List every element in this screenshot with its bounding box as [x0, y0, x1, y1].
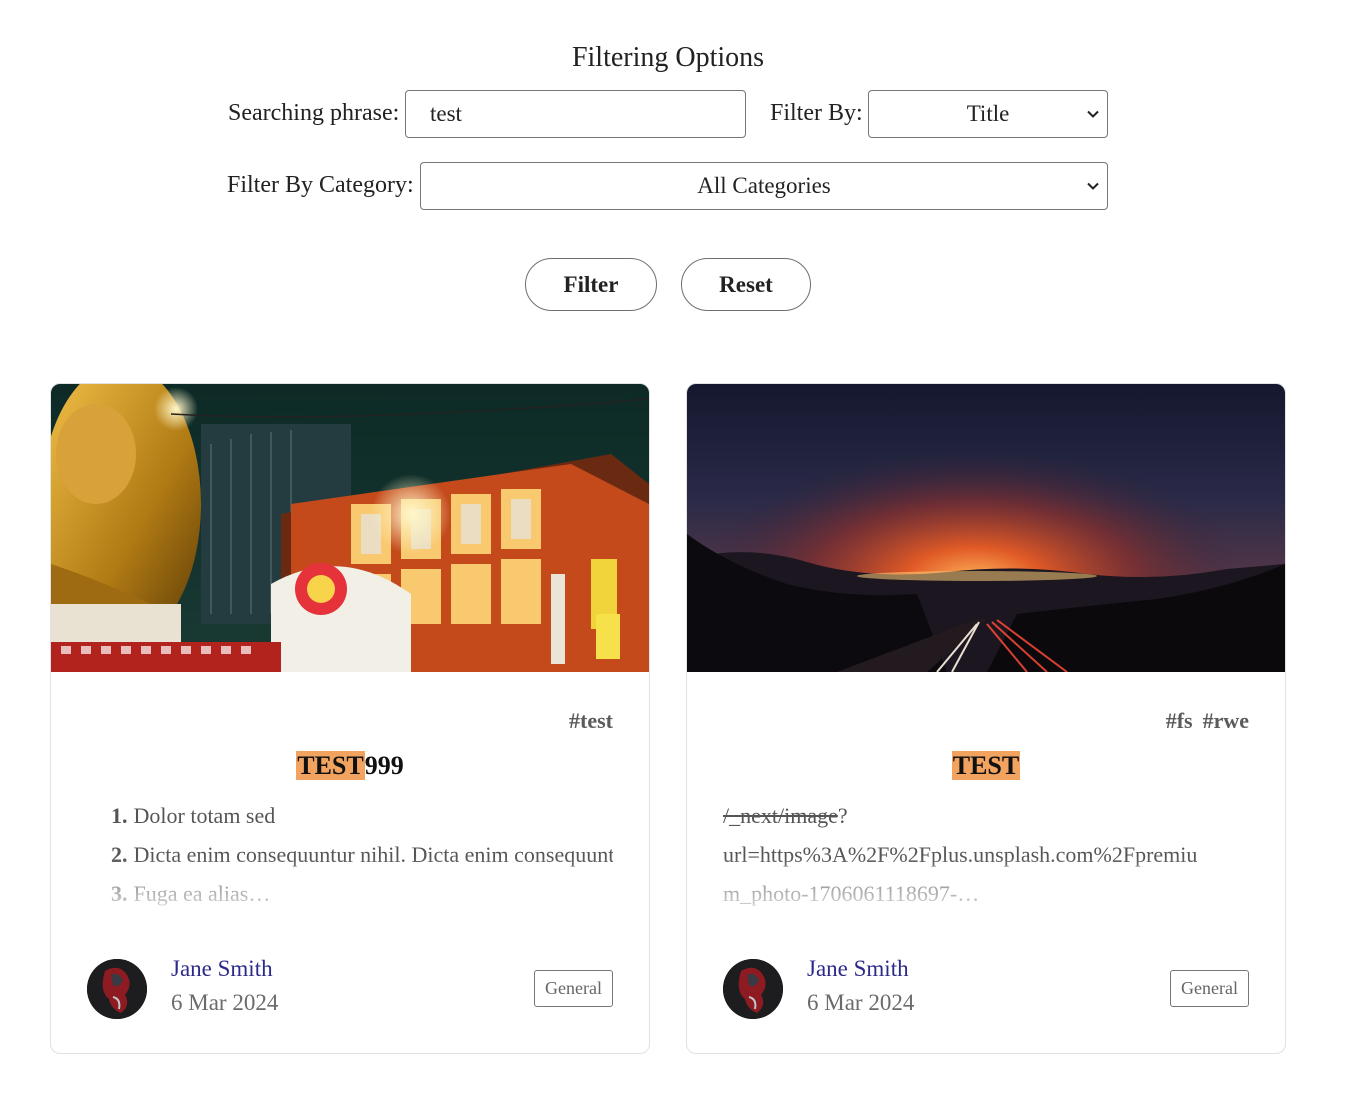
category-label: Filter By Category:	[227, 172, 414, 198]
avatar[interactable]	[87, 959, 147, 1019]
excerpt-text: m_photo-1706061118697-…	[723, 881, 980, 906]
list-item: 3. Fuga ea alias…	[111, 881, 271, 906]
excerpt-text: url=https%3A%2F%2Fplus.unsplash.com%2Fpr…	[723, 842, 1198, 867]
post-image[interactable]	[51, 384, 649, 672]
post-date: 6 Mar 2024	[171, 990, 279, 1015]
post-title[interactable]: TEST999	[51, 751, 649, 781]
category-badge[interactable]: General	[534, 970, 613, 1007]
category-value: All Categories	[697, 173, 831, 198]
post-title[interactable]: TEST	[687, 751, 1285, 781]
filters-title: Filtering Options	[571, 42, 765, 73]
post-date: 6 Mar 2024	[807, 990, 915, 1015]
category-select[interactable]: All Categories	[420, 162, 1108, 210]
avatar-image	[87, 959, 147, 1019]
filter-panel: Filtering Options Searching phrase: Filt…	[0, 0, 1354, 340]
search-input[interactable]	[405, 90, 746, 138]
avatar-image	[723, 959, 783, 1019]
reset-button[interactable]: Reset	[681, 258, 811, 311]
list-item: 2. Dicta enim consequuntur nihil. Dicta e…	[111, 842, 613, 867]
filter-by-label: Filter By:	[770, 100, 863, 126]
tag[interactable]: #fs	[1166, 708, 1193, 733]
filter-by-value: Title	[966, 101, 1010, 126]
search-label: Searching phrase:	[228, 100, 400, 126]
tag[interactable]: #test	[569, 708, 613, 733]
category-badge[interactable]: General	[1170, 970, 1249, 1007]
tag-list: #fs #rwe	[1156, 708, 1249, 734]
author-link[interactable]: Jane Smith	[807, 956, 909, 982]
title-rest: 999	[364, 751, 404, 780]
post-excerpt: /_next/image? url=https%3A%2F%2Fplus.uns…	[723, 796, 1249, 912]
list-item: 1. Dolor totam sed	[111, 803, 276, 828]
author-link[interactable]: Jane Smith	[171, 956, 273, 982]
chevron-down-icon	[1087, 182, 1099, 190]
post-image[interactable]	[687, 384, 1285, 672]
tag-list: #test	[559, 708, 613, 734]
post-card[interactable]: #test TEST999 1. Dolor totam sed 2. Dicta …	[50, 383, 650, 1054]
excerpt-text: ?	[837, 803, 848, 828]
chevron-down-icon	[1087, 110, 1099, 118]
tag[interactable]: #rwe	[1203, 708, 1249, 733]
excerpt-strike: /_next/image	[723, 803, 838, 828]
title-highlight: TEST	[951, 751, 1021, 780]
filter-button[interactable]: Filter	[525, 258, 657, 311]
filter-by-select[interactable]: Title	[868, 90, 1108, 138]
post-excerpt: 1. Dolor totam sed 2. Dicta enim consequun…	[87, 796, 613, 912]
title-highlight: TEST	[296, 751, 365, 780]
post-card[interactable]: #fs #rwe TEST /_next/image? url=https%3A%…	[686, 383, 1286, 1054]
avatar[interactable]	[723, 959, 783, 1019]
